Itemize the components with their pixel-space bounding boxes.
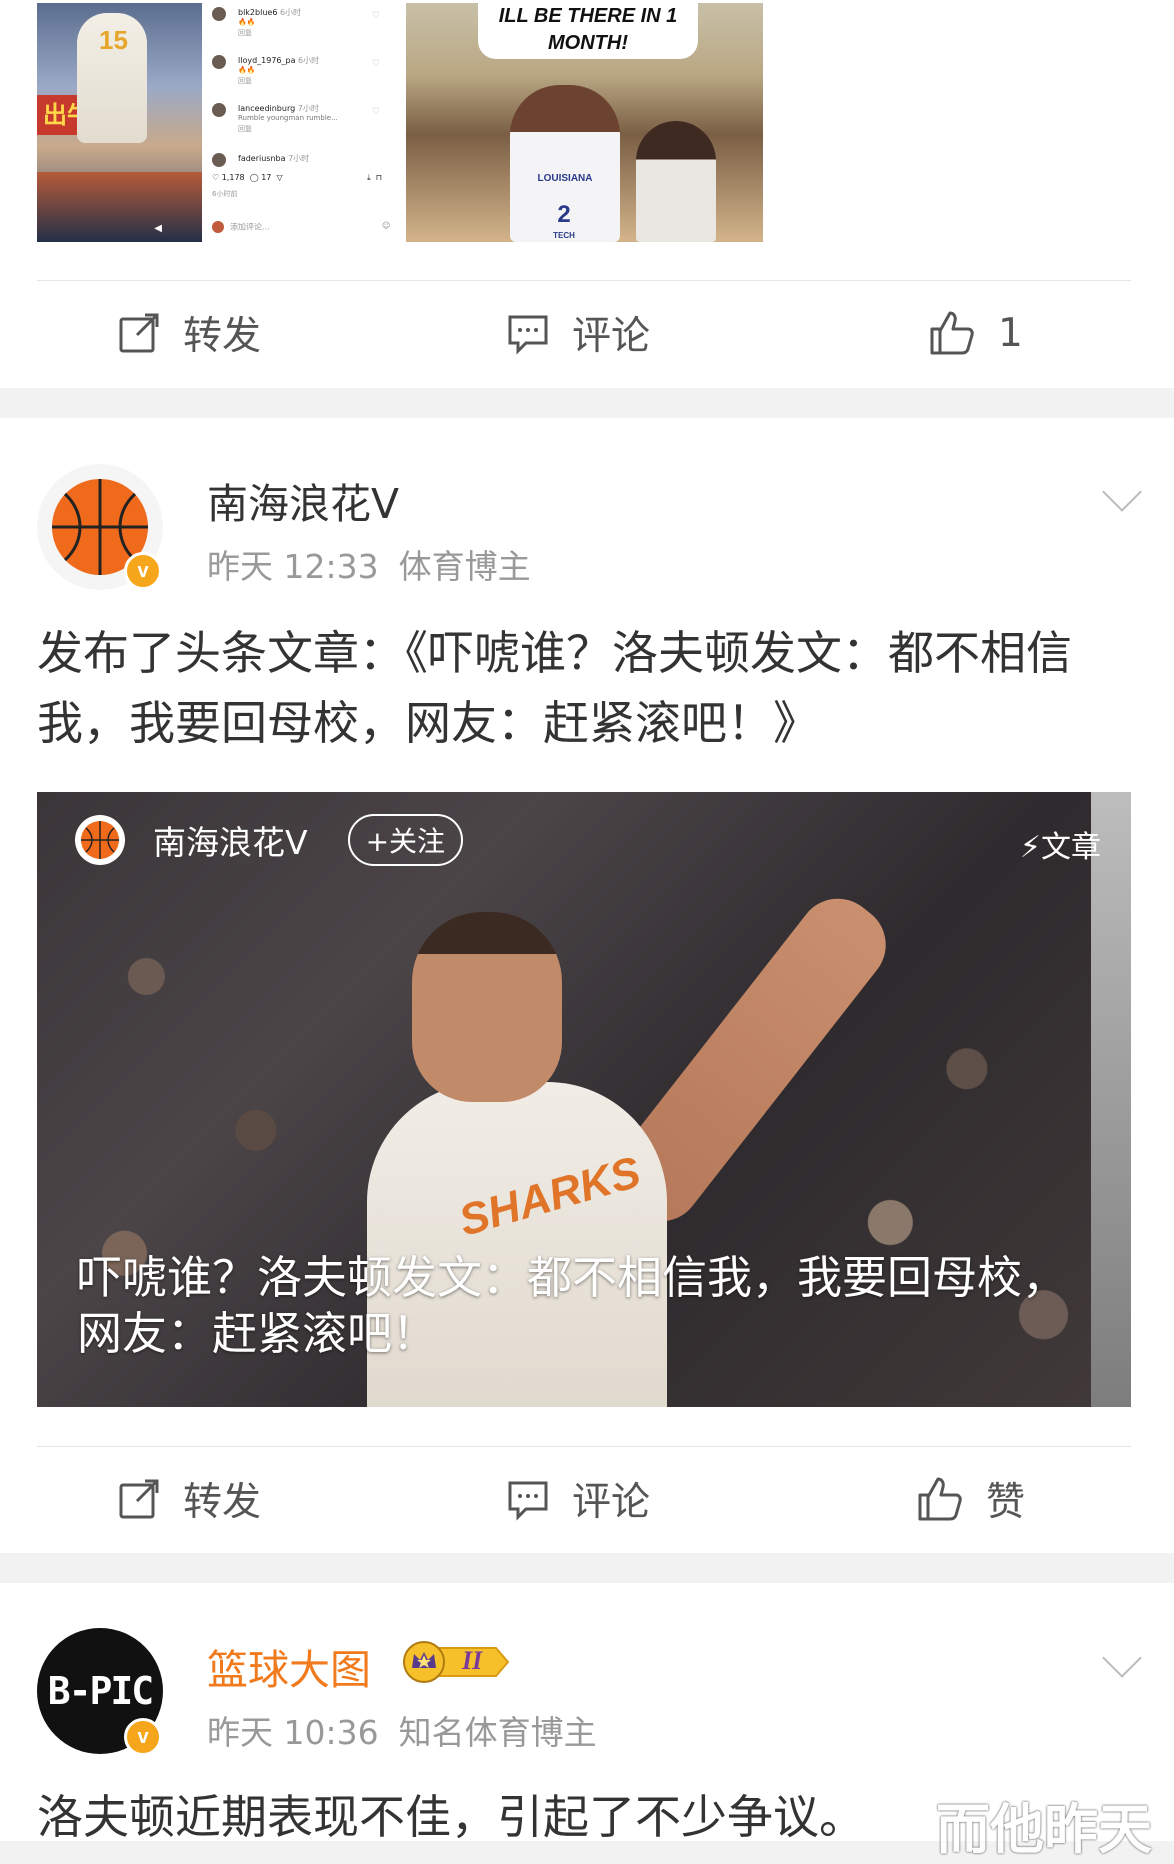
comment-time: 7小时 [288,154,310,163]
post-time: 6小时前 [212,190,238,198]
avatar [212,221,224,233]
comment-time: 7小时 [297,104,319,113]
crown-icon [403,1641,510,1683]
reply-link: 回复 [238,125,252,133]
caption-line: MONTH! [548,32,628,54]
post-time: 昨天 12:33 [207,547,379,586]
comment-author: blk2blue6 [238,8,278,17]
repost-label: 转发 [183,1480,262,1525]
comment-count: 17 [261,173,272,182]
level-badge: II [400,1640,510,1684]
add-comment-placeholder: 添加评论... [230,222,270,232]
author-tag: 体育博主 [398,547,531,586]
avatar [212,153,226,167]
verified-badge: v [124,552,162,590]
avatar [212,103,226,117]
comment-author: faderiusnba [238,154,286,163]
avatar [212,55,226,69]
like-button[interactable]: 赞 [916,1454,1025,1544]
author-name[interactable]: 篮球大图 [207,1636,371,1696]
divider [37,280,1131,281]
reply-link: 回复 [238,29,252,37]
heart-icon: ♡ [212,173,220,182]
jersey-school: LOUISIANA [537,173,593,184]
player-head [412,912,562,1102]
reaction-bar: ♡ 1,178 ◯ 17 ▽ ⤓ ⊓ [212,173,392,182]
emoji-icon: ☺ [382,221,391,230]
divider [37,1446,1131,1447]
author-tag: 知名体育博主 [398,1713,597,1752]
repost-button[interactable]: 转发 [117,1454,261,1544]
caption-bubble: ILL BE THERE IN 1 MONTH! [478,3,698,59]
thumbs-up-icon [930,311,974,355]
emoji-icon: 🔥🔥 [238,66,256,74]
comment-time: 6小时 [298,56,320,65]
like-count: 1,178 [221,173,245,182]
comment-icon: ◯ [249,173,259,182]
article-card[interactable]: SHARKS 南海浪花V +关注 ⚡文章 吓唬谁？洛夫顿发文：都不相信我，我要回… [37,792,1131,1407]
author-name[interactable]: 南海浪花V [207,470,399,530]
heart-icon: ♡ [371,107,380,117]
like-count: 1 [998,310,1023,356]
post-image[interactable]: 出牛 15 ◀ [37,3,202,242]
heart-icon: ♡ [371,11,380,21]
article-author[interactable]: 南海浪花V [153,816,308,864]
avatar[interactable] [75,815,125,865]
post-text: 发布了头条文章：《吓唬谁？洛夫顿发文：都不相信我，我要回母校，网友：赶紧滚吧！》 [37,626,1072,750]
action-bar: 转发 评论 赞 [0,1454,1174,1544]
comment-author: lanceedinburg [238,104,296,113]
comment-label: 评论 [572,1480,651,1525]
comment-icon [508,1481,548,1521]
post-image[interactable]: blk2blue6 6小时 🔥🔥 回复 ♡ lloyd_1976_pa 6小时 … [202,3,400,242]
post-image[interactable]: ILL BE THERE IN 1 MONTH! LOUISIANA 2 TEC… [406,3,763,242]
jersey-number: 15 [99,25,128,55]
watermark: 而他昨天 [936,1798,1152,1861]
post-time: 昨天 10:36 [207,1713,379,1752]
add-comment: 添加评论... ☺ [212,221,390,233]
chevron-down-icon[interactable] [1102,472,1142,512]
jersey-sub: TECH [553,231,575,240]
post-card: v 南海浪花V 昨天 12:33 体育博主 发布了头条文章：《吓唬谁？洛夫顿发文：… [0,418,1174,1553]
caption-line: ILL BE THERE IN 1 [498,5,678,27]
comment-label: 评论 [572,314,651,359]
article-header: 南海浪花V +关注 [75,812,464,868]
bookmark-icon: ⊓ [375,173,382,182]
repost-label: 转发 [183,314,262,359]
comment-author: lloyd_1976_pa [238,56,296,65]
repost-icon [119,1479,159,1519]
download-icon: ⤓ [367,173,371,182]
repost-button[interactable]: 转发 [117,288,261,378]
avatar [212,7,226,21]
heart-icon: ♡ [371,59,380,69]
article-title: 吓唬谁？洛夫顿发文：都不相信我，我要回母校，网友：赶紧滚吧！ [77,1251,1068,1360]
reply-link: 回复 [238,77,252,85]
verified-badge: v [124,1718,162,1756]
comment-time: 6小时 [279,8,302,17]
comment-button[interactable]: 评论 [506,1454,650,1544]
emoji-icon: 🔥🔥 [238,18,256,26]
article-type-label: ⚡文章 [1019,830,1101,865]
post-card: 出牛 15 ◀ blk2blue6 6小时 🔥🔥 回复 ♡ lloyd_1976… [0,0,1174,388]
like-label: 赞 [986,1480,1026,1525]
comment-icon [508,315,548,355]
play-icon: ◀ [154,223,162,234]
player-figure [636,121,716,242]
level-text: II [462,1646,483,1675]
basketball-icon [81,821,119,859]
court-floor [37,172,202,242]
action-bar: 转发 评论 1 [0,288,1174,378]
send-icon: ▽ [276,173,283,182]
thumbs-up-icon [918,1477,962,1521]
scroll-edge [1091,792,1131,1407]
repost-icon [119,313,159,353]
follow-button[interactable]: +关注 [347,814,464,866]
comment-button[interactable]: 评论 [506,288,650,378]
jersey-number: 2 [557,201,571,228]
comment-text: Rumble youngman rumble... [238,114,338,122]
like-button[interactable]: 1 [928,288,1023,378]
